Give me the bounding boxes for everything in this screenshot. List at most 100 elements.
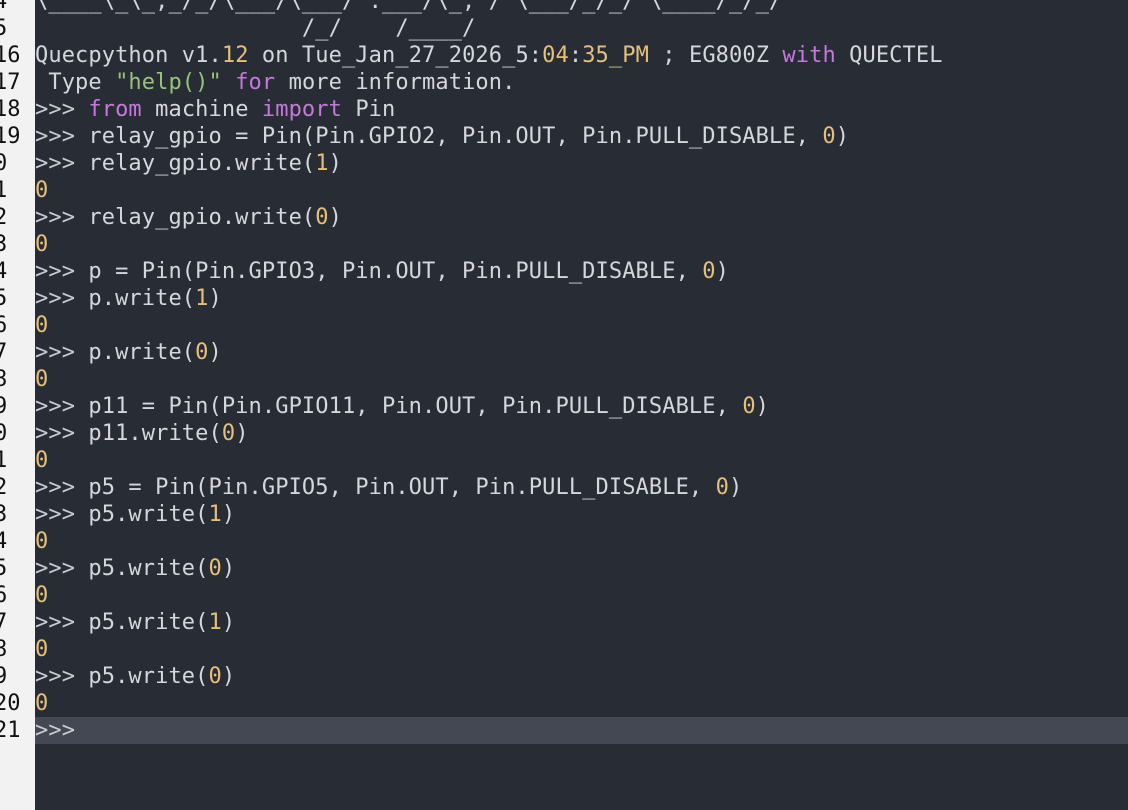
number-token: 0 xyxy=(35,691,49,716)
number-token: 0 xyxy=(35,178,49,203)
line-number: 7 xyxy=(0,610,8,635)
repl-line: >>> p5.write(0) xyxy=(35,663,1128,690)
number-token: 1 xyxy=(208,610,222,635)
number-token: 1 xyxy=(195,286,209,311)
repl-line: 0 xyxy=(35,366,1128,393)
prompt-marker: >>> xyxy=(35,394,89,419)
string-token: "help()" xyxy=(115,70,222,95)
number-token: 0 xyxy=(35,448,49,473)
prompt-marker: >>> xyxy=(35,475,89,500)
line-number: 5 xyxy=(0,286,8,311)
code-text: p11 = Pin(Pin.GPIO11, Pin.OUT, Pin.PULL_… xyxy=(88,394,743,419)
number-token: 12 xyxy=(221,43,249,68)
code-text: ) xyxy=(208,340,222,365)
repl-line: >>> p11 = Pin(Pin.GPIO11, Pin.OUT, Pin.P… xyxy=(35,393,1128,420)
code-text: ) xyxy=(221,664,236,689)
number-token: _PM xyxy=(608,43,649,68)
number-token: 1 xyxy=(315,151,329,176)
prompt-marker: >>> xyxy=(35,97,89,122)
repl-line: >>> from machine import Pin xyxy=(35,96,1128,123)
repl-line: >>> relay_gpio = Pin(Pin.GPIO2, Pin.OUT,… xyxy=(35,123,1128,150)
prompt-marker: >>> xyxy=(35,205,89,230)
line-number: 8 xyxy=(0,637,8,662)
line-number: 0 xyxy=(0,421,8,446)
code-text: ) xyxy=(728,475,743,500)
code-text: p.write( xyxy=(88,286,196,311)
code-text: /_/ /____/ xyxy=(35,16,476,41)
number-token: 0 xyxy=(35,583,49,608)
number-token: 0 xyxy=(35,529,49,554)
line-number: 18 xyxy=(0,97,21,122)
number-token: 0 xyxy=(221,421,236,446)
line-number: 6 xyxy=(0,313,8,338)
prompt-marker: >>> xyxy=(35,421,89,446)
repl-line: >>> p = Pin(Pin.GPIO3, Pin.OUT, Pin.PULL… xyxy=(35,258,1128,285)
code-text: more information. xyxy=(275,70,516,95)
code-text: QUECTEL xyxy=(835,43,943,68)
code-text: Type xyxy=(35,70,116,95)
code-text: relay_gpio.write( xyxy=(88,205,316,230)
code-text: p11.write( xyxy=(88,421,222,446)
code-text: ) xyxy=(221,556,236,581)
line-number: 20 xyxy=(0,691,21,716)
repl-line: >>> p5.write(1) xyxy=(35,609,1128,636)
number-token: 0 xyxy=(35,367,49,392)
code-text: ) xyxy=(755,394,770,419)
line-number: 1 xyxy=(0,178,8,203)
repl-line: 0 xyxy=(35,231,1128,258)
repl-line: >>> p5.write(0) xyxy=(35,555,1128,582)
repl-line: >>> p5.write(1) xyxy=(35,501,1128,528)
prompt-marker: >>> xyxy=(35,259,89,284)
line-number: 2 xyxy=(0,475,8,500)
number-token: 0 xyxy=(208,664,222,689)
code-text: p = Pin(Pin.GPIO3, Pin.OUT, Pin.PULL_DIS… xyxy=(88,259,703,284)
code-text: ) xyxy=(835,124,850,149)
code-text: p5 = Pin(Pin.GPIO5, Pin.OUT, Pin.PULL_DI… xyxy=(88,475,716,500)
prompt-marker: >>> xyxy=(35,502,89,527)
line-number: 21 xyxy=(0,718,21,743)
code-text: ) xyxy=(235,421,249,446)
line-number: 17 xyxy=(0,70,21,95)
prompt-marker: >>> xyxy=(35,340,89,365)
code-text: on Tue_Jan_27_2026_5: xyxy=(248,43,543,68)
repl-line: >>> p.write(1) xyxy=(35,285,1128,312)
code-text: p5.write( xyxy=(88,502,209,527)
repl-line: >>> p.write(0) xyxy=(35,339,1128,366)
number-token: 0 xyxy=(208,556,222,581)
code-text: Quecpython v1. xyxy=(35,43,222,68)
code-text: relay_gpio = Pin(Pin.GPIO2, Pin.OUT, Pin… xyxy=(88,124,823,149)
line-number: 4 xyxy=(0,259,8,284)
code-text: machine xyxy=(141,97,262,122)
line-number: 5 xyxy=(0,556,8,581)
code-text: ) xyxy=(328,205,342,230)
code-text: ) xyxy=(715,259,729,284)
number-token: 35 xyxy=(582,43,609,68)
line-number: 9 xyxy=(0,394,8,419)
number-token: 1 xyxy=(208,502,222,527)
code-text: Pin xyxy=(341,97,396,122)
number-token: 0 xyxy=(822,124,836,149)
line-number-gutter: 4 5 16 17 18 19 0 1 2 3 4 5 6 7 8 9 0 1 2 3 4 5 6 7 8 9 20 21 xyxy=(0,0,35,810)
prompt-marker: >>> xyxy=(35,151,89,176)
prompt-marker: >>> xyxy=(35,286,89,311)
keyword-token: import xyxy=(261,97,342,122)
number-token: 04 xyxy=(542,43,569,68)
active-prompt-line[interactable]: >>> xyxy=(35,717,1128,744)
code-text: ) xyxy=(221,610,236,635)
prompt-marker: >>> xyxy=(35,664,89,689)
code-text: p.write( xyxy=(88,340,196,365)
number-token: 0 xyxy=(742,394,756,419)
repl-line: 0 xyxy=(35,447,1128,474)
prompt-marker: >>> xyxy=(35,610,89,635)
repl-line: >>> p11.write(0) xyxy=(35,420,1128,447)
repl-line: 0 xyxy=(35,582,1128,609)
repl-line: /_/ /____/ xyxy=(35,15,1128,42)
number-token: 0 xyxy=(35,637,49,662)
repl-line: Type "help()" for more information. xyxy=(35,69,1128,96)
code-text: p5.write( xyxy=(88,556,209,581)
number-token: 0 xyxy=(715,475,729,500)
repl-output-area[interactable]: \____\_\_,_/_/\___/\___/ .___/\_, / \___… xyxy=(35,0,1128,810)
repl-line: \____\_\_,_/_/\___/\___/ .___/\_, / \___… xyxy=(35,0,1128,15)
repl-terminal[interactable]: 4 5 16 17 18 19 0 1 2 3 4 5 6 7 8 9 0 1 2 3 4 5 6 7 8 9 20 21 \____… xyxy=(0,0,1128,810)
